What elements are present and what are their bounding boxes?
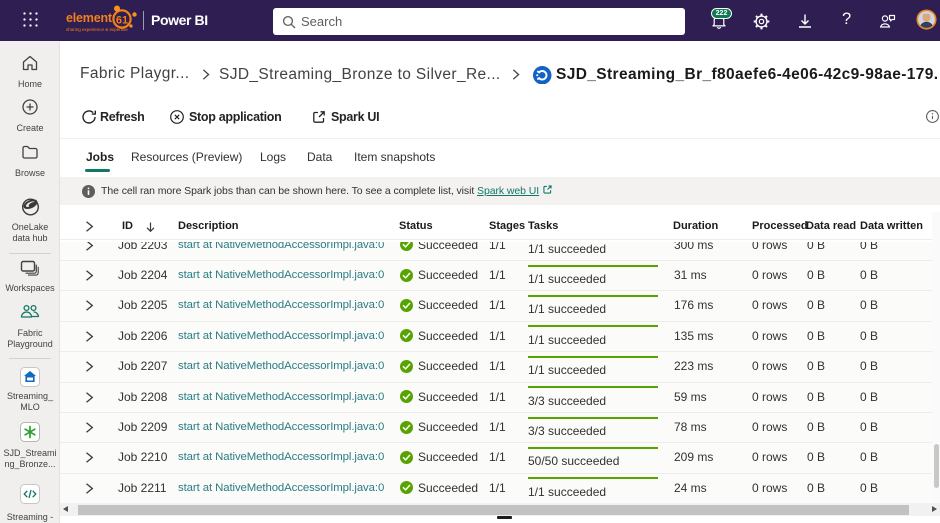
svg-text:61: 61 [116, 15, 128, 27]
